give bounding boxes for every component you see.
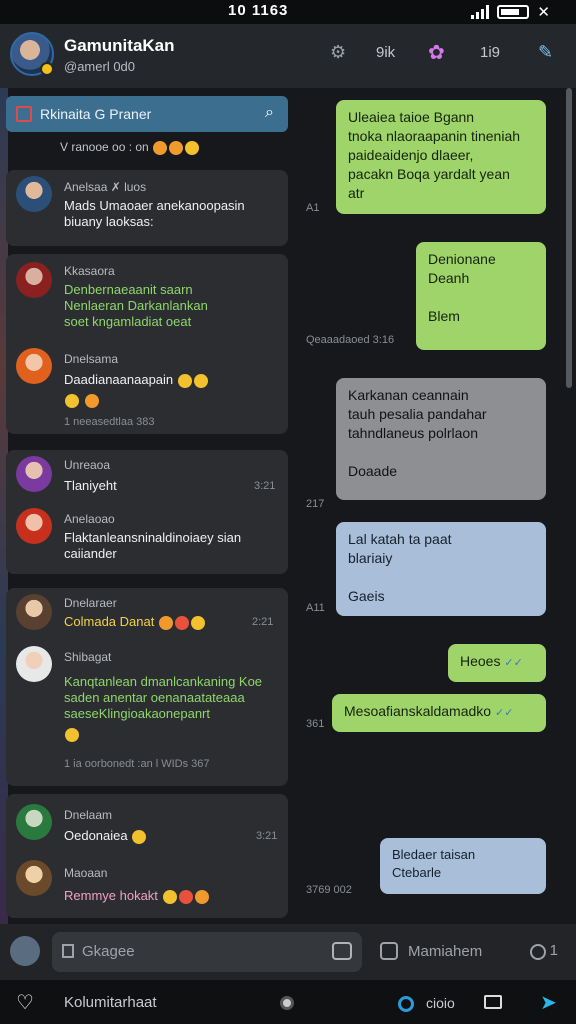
sender-name: Anelaoao [64,512,115,526]
sender-name: Maoaan [64,866,108,880]
status-bar: 10 1163 ✕ [0,0,576,24]
secondary-count: 1 [549,942,558,959]
chat-header: GamunitaKan @amerl 0d0 ⚙ 9ik ✿ 1i9 ✎ [0,24,576,88]
sender-name: Anelsaa ✗ luos [64,180,147,194]
online-badge [40,62,54,76]
timestamp: 3:21 [254,480,276,492]
message-card[interactable]: Dnelaraer Colmada Danat 2:21 Shibagat Ka… [6,588,288,786]
sender-name: Dnelsama [64,352,119,366]
timestamp: Qeaaadaoed 3:16 [306,334,395,346]
message-text: Tlaniyeht [64,478,117,493]
navbar-label-2[interactable]: cioio [426,995,455,1011]
incoming-bubble[interactable]: Lal katah ta paat blariaiy Gaeis [336,522,546,616]
sticker-icon[interactable]: ✿ [428,40,445,65]
sender-name: Shibagat [64,650,112,664]
camera-icon[interactable] [332,942,352,960]
page-title: GamunitaKan [64,36,175,55]
message-card[interactable]: Anelsaa ✗ luos Mads Umaoaer anekanoopasi… [6,170,288,246]
avatar[interactable] [16,508,52,544]
close-icon[interactable]: ✕ [537,3,550,21]
navbar-label[interactable]: Kolumitarhaat [64,994,157,1011]
secondary-input[interactable]: Mamiahem 1 [370,932,568,972]
incoming-bubble[interactable]: Karkanan ceannain tauh pesalia pandahar … [336,378,546,500]
mic-icon[interactable] [530,944,546,960]
avatar[interactable] [16,594,52,630]
message-card[interactable]: Kkasaora Denbernaeaanit saarn Nenlaeran … [6,254,288,434]
sticker-icon[interactable] [380,942,398,960]
outgoing-bubble[interactable]: Mesoafianskaldamadko ✓✓ [332,694,546,732]
timestamp: 3769 002 [306,884,352,896]
emoji-icon[interactable] [10,936,40,966]
timestamp: A11 [306,602,325,614]
secondary-placeholder: Mamiahem [408,943,483,960]
chat-area[interactable]: Rkinaita G Praner ⌕ V ranooe oo : on Ane… [0,88,576,924]
message-text: Flaktanleansninaldinoiaey sian caiiander [64,530,242,561]
pen-icon[interactable]: ✎ [538,42,553,63]
header-action-1[interactable]: 9ik [376,44,395,61]
message-text: Mads Umaoaer anekanoopasin biuany laoksa… [64,198,245,229]
message-text: Kanqtanlean dmanlcankaning Koe saden ane… [64,674,263,721]
share-icon[interactable]: ➤ [540,990,557,1015]
page-subtitle: @amerl 0d0 [64,59,136,74]
avatar[interactable] [16,804,52,840]
message-text: Oedonaiea [64,828,147,844]
message-text: Colmada Danat [64,614,206,630]
scrollbar[interactable] [566,88,572,388]
pin-icon [16,106,32,122]
emoji-row [64,392,100,408]
outgoing-bubble[interactable]: Uleaiea taioe Bgann tnoka nlaoraapanin t… [336,100,546,214]
home-icon[interactable] [280,996,294,1010]
message-placeholder: Gkagee [82,943,135,960]
sender-name: Dnelaam [64,808,113,822]
system-tray: ✕ [471,3,550,21]
message-input[interactable]: Gkagee [52,932,362,972]
preview-line: V ranooe oo : on [60,140,200,155]
avatar[interactable] [16,860,52,896]
battery-icon [497,5,530,19]
wallet-icon[interactable] [484,995,502,1009]
outgoing-bubble[interactable]: Bledaer taisan Ctebarle [380,838,546,894]
timestamp: 361 [306,718,325,730]
message-card[interactable]: Dnelaam Oedonaiea 3:21 Maoaan Remmye hok… [6,794,288,918]
outgoing-bubble[interactable]: Heoes ✓✓ [448,644,546,682]
attach-icon[interactable] [62,944,74,958]
pinned-header[interactable]: Rkinaita G Praner ⌕ [6,96,288,132]
timestamp: 2:21 [252,616,274,628]
outgoing-bubble[interactable]: Denionane Deanh Blem [416,242,546,350]
sender-name: Unreaoa [64,458,111,472]
message-text: Denbernaeaanit saarn Nenlaeran Darkanlan… [64,282,208,329]
avatar[interactable] [10,32,54,76]
avatar[interactable] [16,262,52,298]
status-clock: 10 1163 [228,2,289,19]
camera-icon[interactable] [398,996,414,1012]
message-card[interactable]: Unreaoa Tlaniyeht Anelaoao Flaktanleansn… [6,450,288,574]
composer-bar: Gkagee Mamiahem 1 [0,924,576,980]
message-meta: 1 ia oorbonedt :an l WIDs 367 [64,758,210,770]
avatar[interactable] [16,646,52,682]
bottom-navbar: ♡ Kolumitarhaat cioio ➤ [0,980,576,1024]
avatar[interactable] [16,456,52,492]
timestamp: 3:21 [256,830,278,842]
message-text: Remmye hokakt [64,888,210,904]
avatar[interactable] [16,348,52,384]
pinned-label: Rkinaita G Praner [40,106,152,122]
sender-name: Dnelaraer [64,596,117,610]
header-action-2[interactable]: 1i9 [480,44,500,61]
sender-name: Kkasaora [64,264,115,278]
heart-icon[interactable]: ♡ [16,990,34,1015]
avatar[interactable] [16,176,52,212]
timestamp: 217 [306,498,325,510]
message-text: Daadianaanaapain [64,372,209,388]
search-icon[interactable]: ⌕ [265,104,274,122]
message-meta: 1 neeasedtlaa 383 [64,416,155,428]
signal-icon [471,5,490,19]
timestamp: A1 [306,202,320,214]
emoji-row [64,726,80,742]
gear-icon[interactable]: ⚙ [330,42,346,63]
